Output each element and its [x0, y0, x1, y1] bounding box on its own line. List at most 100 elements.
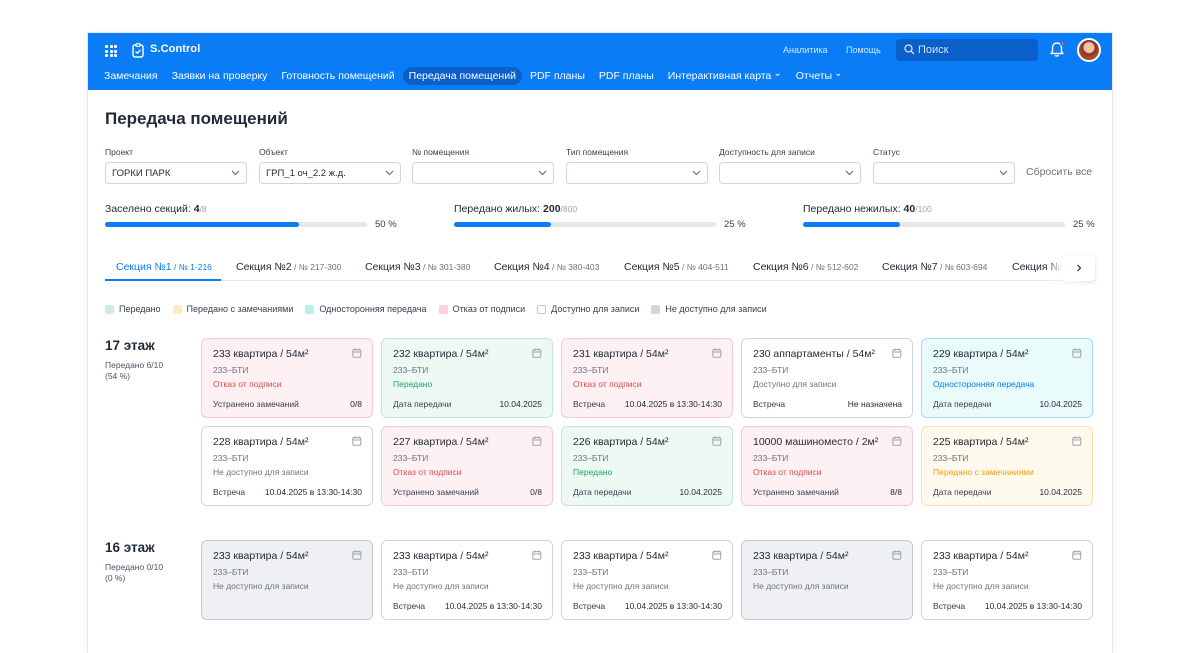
filter-select[interactable]	[412, 162, 554, 184]
room-card[interactable]: 233 квартира / 54м² 233–БТИ Отказ от подпи…	[201, 338, 373, 418]
room-footer-value: 10.04.2025	[1039, 487, 1082, 497]
user-avatar[interactable]	[1077, 38, 1101, 62]
filter-select[interactable]: ГОРКИ ПАРК	[105, 162, 247, 184]
calendar-icon[interactable]	[1072, 550, 1082, 560]
nav-item[interactable]: PDF планы	[524, 67, 591, 85]
tab-section-6[interactable]: Секция №6 / № 512-602	[753, 261, 858, 273]
progress-bar-fill	[803, 222, 900, 227]
filter-select[interactable]	[873, 162, 1015, 184]
floor-title: 17 этаж	[105, 338, 155, 353]
filter-2: Объект ГРП_1 оч_2.2 ж.д.	[259, 147, 401, 184]
room-card[interactable]: 227 квартира / 54м² 233–БТИ Отказ от подпи…	[381, 426, 553, 506]
room-card[interactable]: 228 квартира / 54м² 233–БТИ Не доступно дл…	[201, 426, 373, 506]
analytics-link[interactable]: Аналитика	[783, 45, 828, 55]
room-status: Не доступно для записи	[753, 581, 849, 591]
search-box[interactable]	[896, 39, 1038, 61]
filter-label: Статус	[873, 147, 900, 157]
room-footer-label: Дата передачи	[933, 487, 992, 497]
calendar-icon[interactable]	[1072, 348, 1082, 358]
room-status: Односторонняя передача	[933, 379, 1035, 389]
room-status: Отказ от подписи	[573, 379, 642, 389]
filter-select[interactable]	[566, 162, 708, 184]
calendar-icon[interactable]	[352, 436, 362, 446]
room-card[interactable]: 225 квартира / 54м² 233–БТИ Передано с зам…	[921, 426, 1093, 506]
calendar-icon[interactable]	[532, 436, 542, 446]
tab-section-2[interactable]: Секция №2 / № 217-300	[236, 261, 341, 273]
reset-filters-button[interactable]: Сбросить все	[1026, 166, 1092, 178]
calendar-icon[interactable]	[712, 550, 722, 560]
room-footer-value: 10.04.2025 в 13:30-14:30	[264, 487, 362, 497]
room-bti: 233–БТИ	[213, 365, 249, 375]
tab-section-8[interactable]: Секция №	[1012, 261, 1062, 273]
room-card[interactable]: 230 аппартаменты / 54м² 233–БТИ Доступно д…	[741, 338, 913, 418]
calendar-icon[interactable]	[892, 550, 902, 560]
search-input[interactable]	[918, 39, 1033, 61]
chevron-down-icon	[692, 170, 701, 176]
tab-section-3[interactable]: Секция №3 / № 301-380	[365, 261, 470, 273]
clipboard-logo-icon	[132, 43, 144, 58]
room-bti: 233–БТИ	[753, 453, 789, 463]
room-card[interactable]: 10000 машиноместо / 2м² 233–БТИ Отказ от п…	[741, 426, 913, 506]
room-card[interactable]: 229 квартира / 54м² 233–БТИ Односторонняя …	[921, 338, 1093, 418]
tab-range: / № 512-602	[808, 262, 859, 272]
calendar-icon[interactable]	[892, 348, 902, 358]
room-footer-label: Встреча	[213, 487, 246, 497]
legend-label: Отказ от подписи	[452, 304, 526, 314]
nav-item[interactable]: PDF планы	[593, 67, 660, 85]
calendar-icon[interactable]	[1072, 436, 1082, 446]
calendar-icon[interactable]	[892, 436, 902, 446]
tab-range: / № 404-511	[679, 262, 729, 272]
app-window: S.Control Аналитика Помощь Замечания Заяв…	[88, 33, 1112, 653]
room-card[interactable]: 233 квартира / 54м² 233–БТИ Не доступно дл…	[381, 540, 553, 620]
room-card[interactable]: 233 квартира / 54м² 233–БТИ Не доступно дл…	[201, 540, 373, 620]
progress-percent: 25 %	[724, 219, 746, 230]
room-card[interactable]: 233 квартира / 54м² 233–БТИ Не доступно дл…	[741, 540, 913, 620]
progress-total: /800	[560, 204, 578, 214]
nav-item[interactable]: Интерактивная карта ⌄	[662, 67, 788, 85]
filter-label: Проект	[105, 147, 133, 157]
filter-select[interactable]: ГРП_1 оч_2.2 ж.д.	[259, 162, 401, 184]
filter-label: Объект	[259, 147, 288, 157]
nav-item[interactable]: Готовность помещений	[275, 67, 400, 85]
tab-section-1[interactable]: Секция №1 / № 1-216	[116, 261, 212, 273]
calendar-icon[interactable]	[352, 348, 362, 358]
apps-grid-icon[interactable]	[105, 45, 117, 57]
room-card[interactable]: 233 квартира / 54м² 233–БТИ Не доступно дл…	[921, 540, 1093, 620]
nav-item[interactable]: Заявки на проверку	[166, 67, 274, 85]
nav-item-label: Заявки на проверку	[171, 70, 268, 82]
filter-3: № помещения	[412, 147, 554, 184]
room-title: 233 квартира / 54м²	[213, 550, 309, 562]
room-card[interactable]: 231 квартира / 54м² 233–БТИ Отказ от подпи…	[561, 338, 733, 418]
legend-item: Передано с замечаниями	[172, 304, 293, 314]
room-card[interactable]: 233 квартира / 54м² 233–БТИ Не доступно дл…	[561, 540, 733, 620]
progress-bar	[105, 222, 367, 227]
room-footer-value: 8/8	[890, 487, 902, 497]
room-card[interactable]: 226 квартира / 54м² 233–БТИ Передано Дата п…	[561, 426, 733, 506]
room-status: Не доступно для записи	[933, 581, 1029, 591]
nav-item[interactable]: Передача помещений	[402, 67, 522, 85]
filter-1: Проект ГОРКИ ПАРК	[105, 147, 247, 184]
help-link[interactable]: Помощь	[846, 45, 881, 55]
room-footer-value: 10.04.2025 в 13:30-14:30	[624, 399, 722, 409]
tab-range: / № 217-300	[291, 262, 342, 272]
progress-caption: Передано жилых:	[454, 203, 541, 215]
nav-item[interactable]: Отчеты ⌄	[790, 67, 849, 85]
calendar-icon[interactable]	[712, 436, 722, 446]
tabs-next-button[interactable]	[1063, 255, 1095, 281]
tab-section-4[interactable]: Секция №4 / № 380-403	[494, 261, 599, 273]
calendar-icon[interactable]	[712, 348, 722, 358]
room-title: 228 квартира / 54м²	[213, 436, 309, 448]
nav-item[interactable]: Замечания	[98, 67, 164, 85]
filter-select[interactable]	[719, 162, 861, 184]
room-card[interactable]: 232 квартира / 54м² 233–БТИ Передано Дата п…	[381, 338, 553, 418]
tab-section-5[interactable]: Секция №5 / № 404-511	[624, 261, 729, 273]
room-bti: 233–БТИ	[213, 567, 249, 577]
tab-section-7[interactable]: Секция №7 / № 603-694	[882, 261, 987, 273]
legend-item: Отказ от подписи	[438, 304, 526, 314]
floor-title: 16 этаж	[105, 540, 155, 555]
calendar-icon[interactable]	[532, 550, 542, 560]
calendar-icon[interactable]	[352, 550, 362, 560]
tab-name: Секция №6	[753, 261, 809, 273]
progress-bar-fill	[454, 222, 551, 227]
calendar-icon[interactable]	[532, 348, 542, 358]
